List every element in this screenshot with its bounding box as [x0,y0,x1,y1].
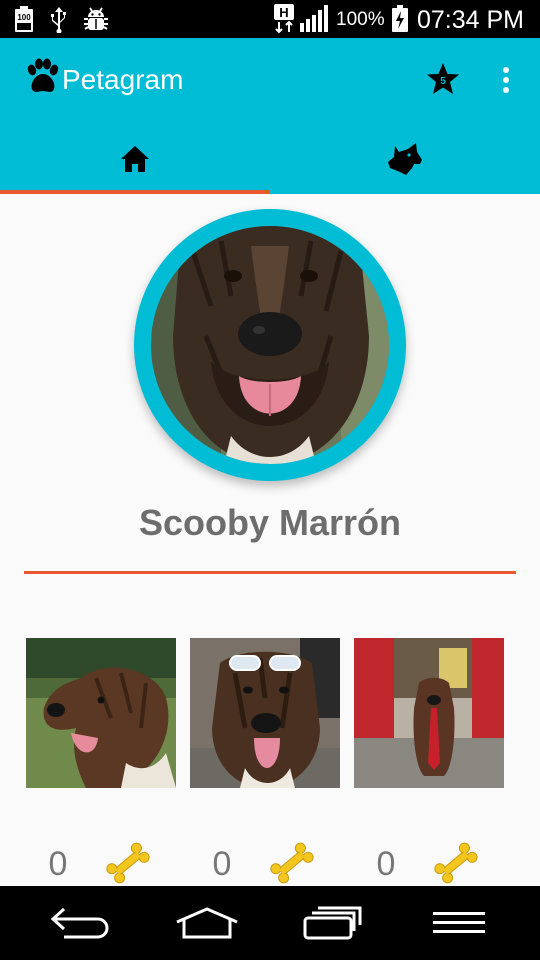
back-button[interactable] [26,886,136,960]
signal-icon [298,5,330,33]
like-count: 0 [376,845,396,883]
status-bar: 100 H 100% 07:34 PM [0,0,540,38]
battery-saver-icon: 100 [12,5,36,33]
android-debug-icon [82,5,110,33]
pet-photo[interactable] [26,638,176,788]
paw-icon [24,58,60,98]
tab-indicator [0,190,270,194]
app-title: Petagram [62,64,184,95]
app-toolbar: Petagram 5 [0,38,540,124]
divider [24,571,516,574]
menu-button[interactable] [404,886,514,960]
recents-icon [303,906,362,940]
recents-button[interactable] [278,886,388,960]
bone-icon[interactable] [268,840,316,886]
tab-bar [0,124,540,194]
pet-photo[interactable] [190,638,340,788]
menu-icon [433,912,485,933]
back-icon [50,907,109,939]
battery-charging-icon [390,5,410,33]
home-nav-button[interactable] [152,886,262,960]
system-nav-bar [0,886,540,960]
screen: 100 H 100% 07:34 PM Petagram 5 Scooby Ma… [0,0,540,960]
network-h-icon: H [272,4,296,34]
avatar [151,226,389,464]
star-favorites-icon[interactable]: 5 [424,60,462,98]
pet-photo[interactable] [354,638,504,788]
bone-icon[interactable] [432,840,480,886]
bone-icon[interactable] [104,840,152,886]
battery-level-badge: 100 [17,13,31,22]
home-icon [121,146,149,172]
like-count: 0 [212,845,232,883]
like-count: 0 [48,845,68,883]
dog-head-icon [388,143,422,175]
usb-icon [48,5,70,33]
clock: 07:34 PM [417,6,525,34]
pet-name: Scooby Marrón [138,502,402,543]
network-letter: H [279,5,288,20]
tab-home[interactable] [0,124,270,194]
battery-percent: 100% [336,9,385,30]
favorites-count: 5 [440,76,446,87]
home-nav-icon [176,907,238,939]
tab-profile[interactable] [270,124,540,194]
overflow-menu-icon[interactable] [494,62,518,98]
